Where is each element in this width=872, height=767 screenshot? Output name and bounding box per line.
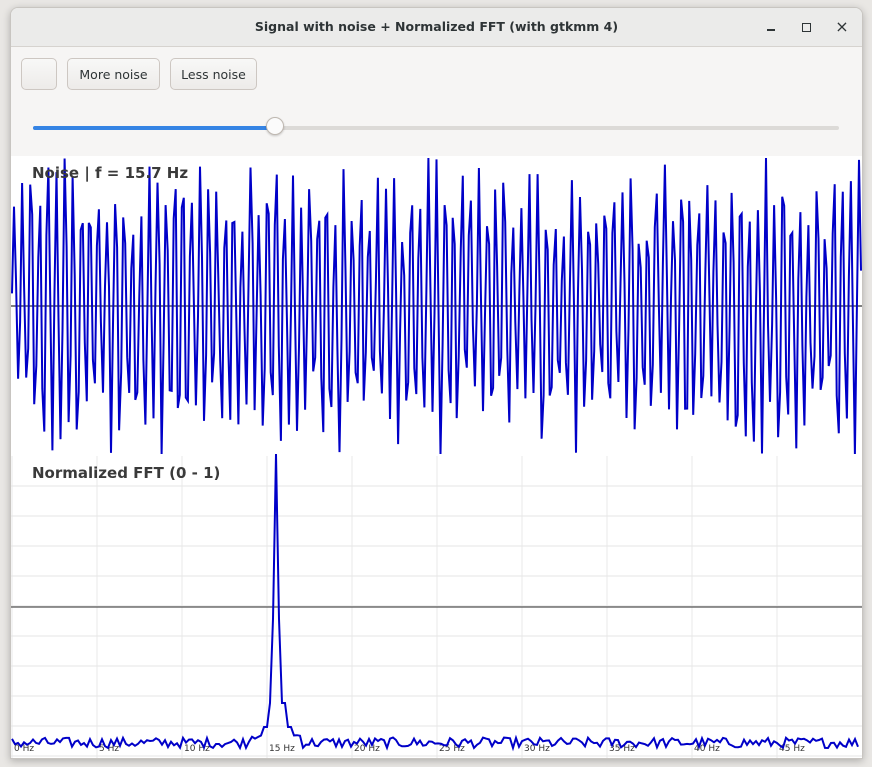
blank-button[interactable] [21,58,57,90]
fft-tick-label: 10 Hz [184,744,210,754]
window-title: Signal with noise + Normalized FFT (with… [254,19,619,34]
slider-fill [33,126,275,130]
signal-plot-title: Noise | f = 15.7 Hz [32,164,189,182]
more-noise-button[interactable]: More noise [67,58,160,90]
close-icon[interactable]: × [832,17,852,37]
title-bar[interactable]: Signal with noise + Normalized FFT (with… [11,8,862,47]
less-noise-button[interactable]: Less noise [170,58,257,90]
fft-tick-label: 0 Hz [14,744,34,754]
noise-slider[interactable] [33,126,839,130]
maximize-icon[interactable] [796,17,816,37]
plot-area: 0 Hz 5 Hz 10 Hz 15 Hz 20 Hz 25 Hz 30 Hz 35 Hz 40… [11,156,862,758]
plots-canvas: 0 Hz 5 Hz 10 Hz 15 Hz 20 Hz 25 Hz 30 Hz 35 Hz 40… [11,157,862,758]
slider-handle[interactable] [265,117,284,135]
app-window: Signal with noise + Normalized FFT (with… [10,7,863,759]
toolbar: More noise Less noise [11,47,862,155]
minimize-icon[interactable] [761,17,781,37]
fft-series-line [11,453,859,752]
fft-plot-title: Normalized FFT (0 - 1) [32,464,221,482]
fft-tick-label: 15 Hz [269,744,295,754]
